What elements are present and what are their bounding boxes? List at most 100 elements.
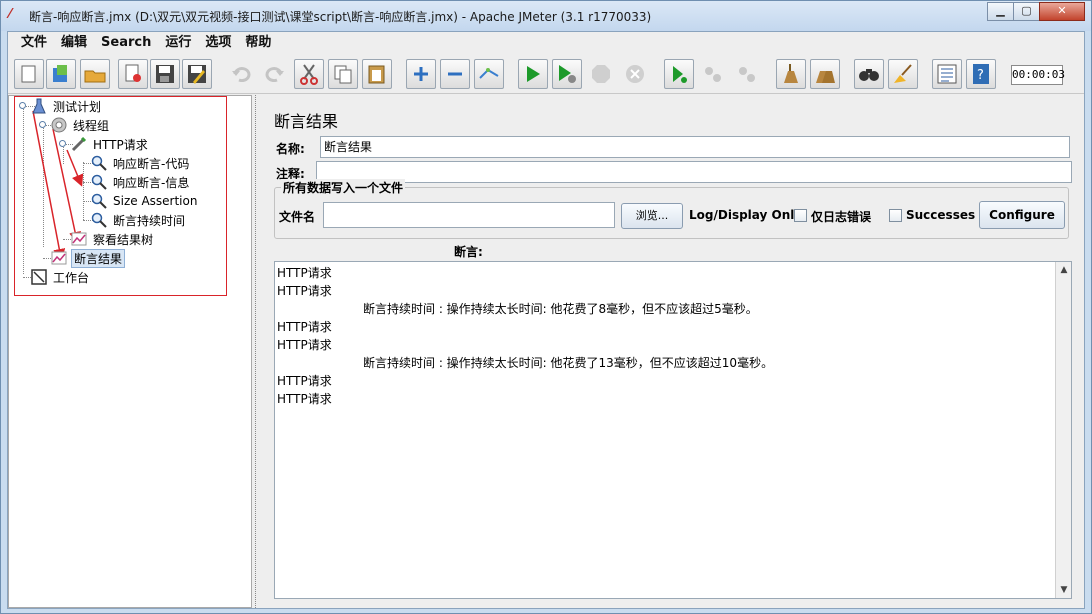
name-field[interactable]: 断言结果	[320, 136, 1070, 158]
elapsed-timer: 00:00:03	[1011, 65, 1065, 85]
vertical-scrollbar[interactable]: ▲ ▼	[1055, 262, 1071, 598]
tree-node-workbench[interactable]: 工作台	[31, 268, 91, 286]
errors-only-checkbox[interactable]	[794, 209, 807, 222]
remote-shutdown-icon[interactable]	[732, 59, 762, 89]
log-display-label: Log/Display Only:	[689, 208, 807, 222]
maximize-button[interactable]: ▢	[1013, 2, 1040, 21]
browse-button[interactable]: 浏览...	[621, 203, 683, 229]
help-icon[interactable]: ?	[966, 59, 996, 89]
tree-node-label: Size Assertion	[113, 194, 198, 208]
tree-node-response-assertion-code[interactable]: 响应断言-代码	[91, 154, 191, 172]
scroll-down-icon[interactable]: ▼	[1057, 583, 1071, 597]
scroll-up-icon[interactable]: ▲	[1057, 263, 1071, 277]
tree-node-test-plan[interactable]: 测试计划	[31, 97, 103, 115]
magnifier-icon	[91, 193, 107, 209]
menu-bar: 文件 编辑 Search 运行 选项 帮助	[8, 32, 1084, 54]
tree-node-label: 响应断言-信息	[113, 175, 190, 190]
tree-node-duration-assertion[interactable]: 断言持续时间	[91, 211, 187, 229]
cut-icon[interactable]	[294, 59, 324, 89]
tree-node-label: 断言结果	[71, 248, 126, 268]
open-icon[interactable]	[80, 59, 110, 89]
filename-field[interactable]	[323, 202, 615, 228]
tree-node-label: 察看结果树	[93, 232, 154, 247]
save-as-icon[interactable]	[182, 59, 212, 89]
client-area: 文件 编辑 Search 运行 选项 帮助 ? 00:00:03 测试计划 线程…	[7, 31, 1085, 609]
http-request-icon	[71, 136, 87, 152]
result-line: HTTP请求	[277, 338, 332, 352]
search-icon[interactable]	[854, 59, 884, 89]
new-icon[interactable]	[14, 59, 44, 89]
errors-only-label: 仅日志错误	[811, 210, 872, 224]
stop-icon[interactable]	[586, 59, 616, 89]
menu-search[interactable]: Search	[94, 33, 158, 53]
tree-node-label: HTTP请求	[93, 137, 148, 152]
magnifier-icon	[91, 155, 107, 171]
tree-node-http-request[interactable]: HTTP请求	[71, 135, 150, 153]
expand-icon[interactable]	[406, 59, 436, 89]
collapse-icon[interactable]	[440, 59, 470, 89]
close-icon[interactable]	[118, 59, 148, 89]
window-title: 断言-响应断言.jmx (D:\双元\双元视频-接口测试\课堂script\断言…	[29, 10, 652, 24]
magnifier-icon	[91, 212, 107, 228]
tree-node-response-assertion-message[interactable]: 响应断言-信息	[91, 173, 191, 191]
undo-icon[interactable]	[226, 59, 256, 89]
shutdown-icon[interactable]	[620, 59, 650, 89]
listener-icon	[71, 231, 87, 247]
redo-icon[interactable]	[260, 59, 290, 89]
start-icon[interactable]	[518, 59, 548, 89]
templates-icon[interactable]	[46, 59, 76, 89]
tree-node-label: 工作台	[53, 270, 90, 285]
minimize-button[interactable]: ▁	[987, 2, 1014, 21]
workbench-icon	[31, 269, 47, 285]
start-no-pause-icon[interactable]	[552, 59, 582, 89]
function-helper-icon[interactable]	[932, 59, 962, 89]
comment-field[interactable]	[316, 161, 1072, 183]
result-line: 断言持续时间 : 操作持续太长时间: 他花费了13毫秒，但不应该超过10毫秒。	[363, 356, 774, 370]
toggle-icon[interactable]	[474, 59, 504, 89]
window-controls: ▁ ▢ ✕	[987, 2, 1085, 21]
result-line: HTTP请求	[277, 284, 332, 298]
result-line: HTTP请求	[277, 392, 332, 406]
assertion-results-panel: 断言结果 名称: 断言结果 注释: 所有数据写入一个文件 文件名 浏览... L…	[262, 95, 1084, 608]
menu-file[interactable]: 文件	[14, 33, 54, 53]
tree-node-view-results-tree[interactable]: 察看结果树	[71, 230, 155, 248]
split-pane-divider[interactable]	[252, 95, 262, 608]
paste-icon[interactable]	[362, 59, 392, 89]
result-line: HTTP请求	[277, 266, 332, 280]
save-icon[interactable]	[150, 59, 180, 89]
jmeter-feather-icon: ⁄	[9, 7, 12, 22]
tree-node-label: 响应断言-代码	[113, 156, 190, 171]
tree-node-label: 断言持续时间	[113, 213, 186, 228]
panel-title: 断言结果	[274, 112, 339, 131]
assertion-results-textarea[interactable]: HTTP请求 HTTP请求 断言持续时间 : 操作持续太长时间: 他花费了8毫秒…	[274, 261, 1072, 599]
copy-icon[interactable]	[328, 59, 358, 89]
name-label: 名称:	[276, 142, 305, 156]
tree-node-assertion-results[interactable]: 断言结果	[51, 248, 126, 268]
toolbar: ? 00:00:03	[8, 56, 1084, 94]
assertions-header: 断言:	[454, 245, 483, 259]
reset-search-icon[interactable]	[888, 59, 918, 89]
write-to-file-title: 所有数据写入一个文件	[281, 179, 406, 196]
close-window-button[interactable]: ✕	[1039, 2, 1085, 21]
menu-edit[interactable]: 编辑	[54, 33, 94, 53]
result-line: 断言持续时间 : 操作持续太长时间: 他花费了8毫秒，但不应该超过5毫秒。	[363, 302, 758, 316]
title-bar: ⁄ 断言-响应断言.jmx (D:\双元\双元视频-接口测试\课堂script\…	[1, 1, 1091, 31]
menu-help[interactable]: 帮助	[238, 33, 278, 53]
tree-node-label: 线程组	[73, 118, 110, 133]
magnifier-icon	[91, 174, 107, 190]
listener-icon	[51, 250, 67, 266]
result-line: HTTP请求	[277, 374, 332, 388]
tree-node-thread-group[interactable]: 线程组	[51, 116, 111, 134]
remote-stop-icon[interactable]	[698, 59, 728, 89]
successes-checkbox[interactable]	[889, 209, 902, 222]
menu-options[interactable]: 选项	[198, 33, 238, 53]
tree-node-size-assertion[interactable]: Size Assertion	[91, 192, 199, 210]
tree-node-label: 测试计划	[53, 99, 102, 114]
clear-icon[interactable]	[776, 59, 806, 89]
remote-start-icon[interactable]	[664, 59, 694, 89]
clear-all-icon[interactable]	[810, 59, 840, 89]
menu-run[interactable]: 运行	[158, 33, 198, 53]
configure-button[interactable]: Configure	[979, 201, 1065, 229]
write-to-file-group: 所有数据写入一个文件 文件名 浏览... Log/Display Only: 仅…	[274, 179, 1069, 239]
test-plan-tree: 测试计划 线程组 HTTP请求 响应断言-代码 响应断言-信息 Size Ass…	[8, 95, 252, 608]
